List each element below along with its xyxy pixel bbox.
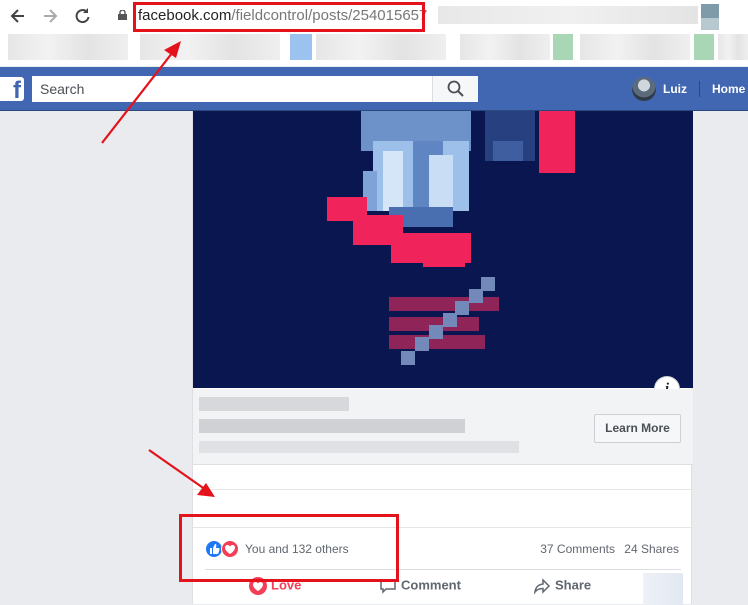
ad-image[interactable] <box>193 111 693 388</box>
reload-icon[interactable] <box>72 6 92 26</box>
blurred-bookmark <box>553 34 573 60</box>
home-link[interactable]: Home <box>712 82 745 96</box>
comments-count[interactable]: 37 Comments <box>540 542 615 556</box>
blurred-description <box>199 441 519 453</box>
share-button[interactable]: Share <box>533 577 591 595</box>
lock-icon <box>118 10 127 20</box>
facebook-top-bar: f Luiz Home <box>0 67 748 111</box>
divider <box>699 81 700 97</box>
ad-link-strip[interactable]: Learn More <box>193 389 693 465</box>
blurred-headline <box>199 419 465 433</box>
comment-label: Comment <box>401 577 461 593</box>
blurred-bookmark <box>460 34 550 60</box>
search-box[interactable] <box>32 76 478 102</box>
share-label: Share <box>555 577 592 593</box>
search-button[interactable] <box>432 76 478 102</box>
blurred-bookmark <box>718 34 748 60</box>
blurred-bookmark <box>694 34 714 60</box>
blurred-avatar <box>643 573 683 605</box>
engagement-counts: 37 Comments 24 Shares <box>534 542 679 556</box>
blurred-bookmark <box>8 34 128 60</box>
back-arrow-icon[interactable] <box>8 6 28 26</box>
blurred-headline <box>199 397 349 411</box>
blurred-url-tail <box>438 6 698 24</box>
blurred-bookmark <box>290 34 312 60</box>
user-name: Luiz <box>663 82 687 96</box>
blurred-extension-icon <box>701 18 719 30</box>
reactions-highlight-box <box>179 514 399 582</box>
pixelated-ad-artwork <box>327 111 575 365</box>
blurred-bookmark <box>580 34 690 60</box>
search-icon <box>447 80 464 97</box>
blurred-extension-icon <box>701 4 719 18</box>
url-highlight-box <box>133 2 425 32</box>
avatar <box>632 77 656 101</box>
shares-count[interactable]: 24 Shares <box>624 542 679 556</box>
facebook-logo[interactable]: f <box>0 77 24 101</box>
divider <box>193 489 693 490</box>
forward-arrow-icon[interactable] <box>40 6 60 26</box>
search-input[interactable] <box>32 76 432 102</box>
share-icon <box>533 578 551 595</box>
blurred-bookmark <box>316 34 446 60</box>
learn-more-button[interactable]: Learn More <box>594 414 681 443</box>
blurred-bookmark <box>140 34 280 60</box>
